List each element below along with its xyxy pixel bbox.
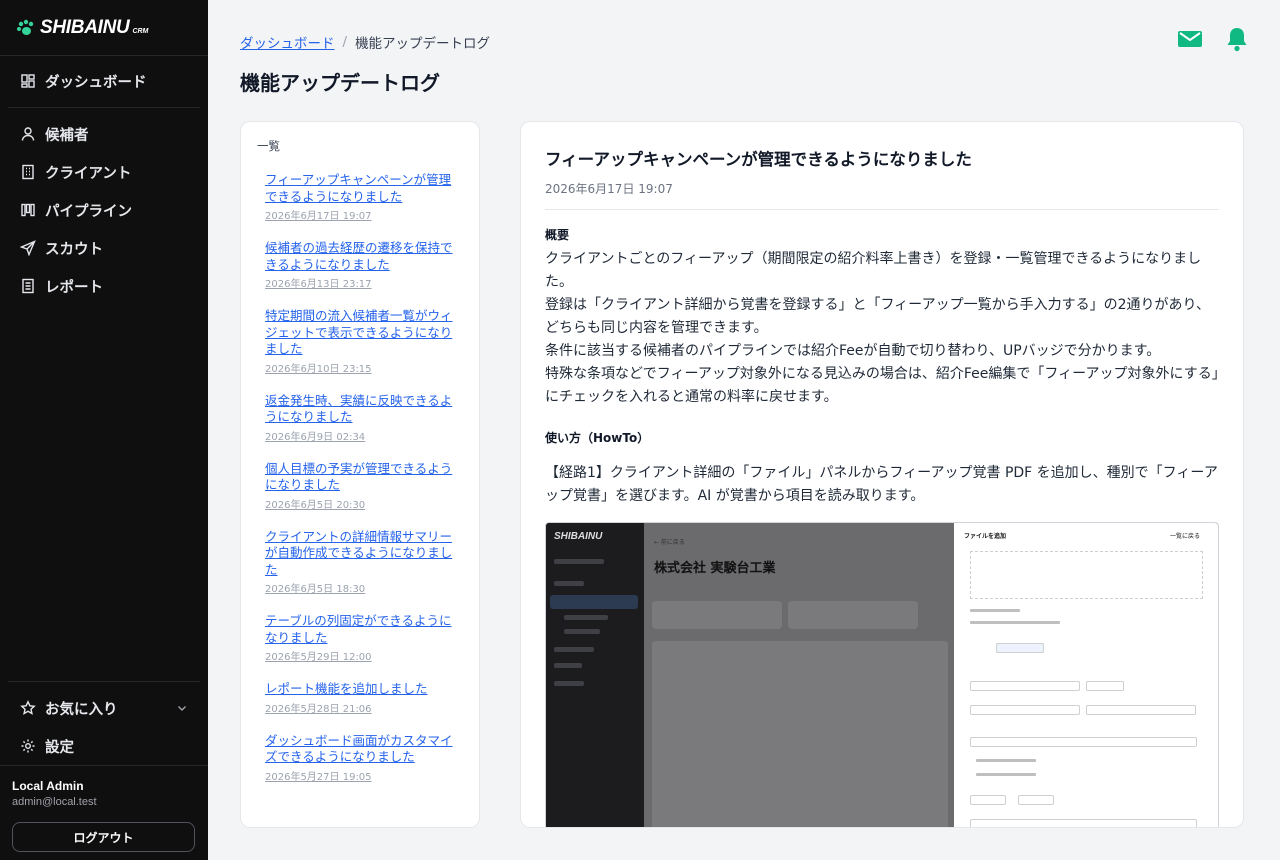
nav-pipeline-label: パイプライン	[45, 203, 132, 220]
list-item-title[interactable]: テーブルの列固定ができるようになりました	[265, 613, 455, 646]
list-item[interactable]: 個人目標の予実が管理できるようになりました 2026年6月5日 20:30	[257, 461, 463, 511]
list-item-date: 2026年6月13日 23:17	[265, 279, 372, 290]
summary-heading: 概要	[545, 228, 570, 242]
summary-line: 特殊な条項などでフィーアップ対象外になる見込みの場合は、紹介Fee編集で「フィー…	[545, 366, 1219, 405]
list-item-title[interactable]: 特定期間の流入候補者一覧がウィジェットで表示できるようになりました	[265, 308, 455, 358]
screenshot-drawer: ファイルを追加 一覧に戻る	[954, 523, 1218, 827]
sidebar-bottom: お気に入り 設定	[0, 681, 208, 765]
nav-favorites[interactable]: お気に入り	[0, 689, 208, 727]
summary-line: クライアントごとのフィーアップ（期間限定の紹介料率上書き）を登録・一覧管理できる…	[545, 251, 1202, 290]
list-item[interactable]: レポート機能を追加しました 2026年5月28日 21:06	[257, 681, 463, 715]
nav-divider	[8, 107, 200, 108]
person-icon	[21, 127, 35, 141]
header-actions	[1178, 26, 1248, 52]
nav-favorites-label: お気に入り	[45, 701, 118, 718]
logout-button[interactable]: ログアウト	[12, 822, 195, 852]
howto-screenshot: SHIBAINU ← 前に戻る 株式会社 実験台工業 ファイルを追加 一覧に戻る	[545, 522, 1219, 827]
pipeline-icon	[21, 203, 35, 217]
screenshot-back: ← 前に戻る	[654, 539, 685, 546]
list-item-date: 2026年6月5日 18:30	[265, 584, 366, 595]
app-logo[interactable]: SHIBAINU CRM	[0, 0, 208, 56]
screenshot-body: ← 前に戻る 株式会社 実験台工業	[644, 523, 954, 827]
nav-candidates-label: 候補者	[45, 127, 89, 144]
gear-icon	[21, 739, 35, 753]
list-item-title[interactable]: クライアントの詳細情報サマリーが自動作成できるようになりました	[265, 529, 455, 579]
nav-clients-label: クライアント	[45, 165, 132, 182]
report-icon	[22, 278, 34, 294]
bell-icon[interactable]	[1226, 26, 1248, 52]
list-item-date: 2026年6月17日 19:07	[265, 211, 372, 222]
nav-settings[interactable]: 設定	[0, 727, 208, 765]
screenshot-sidebar: SHIBAINU	[546, 523, 644, 827]
list-item-date: 2026年6月10日 23:15	[265, 363, 372, 375]
nav-dashboard[interactable]: ダッシュボード	[0, 62, 208, 100]
nav-report-label: レポート	[45, 279, 103, 296]
nav-settings-label: 設定	[45, 739, 74, 756]
star-icon	[20, 700, 36, 715]
logo-text: SHIBAINU	[40, 16, 130, 38]
screenshot-company: 株式会社 実験台工業	[654, 561, 776, 576]
nav-scout[interactable]: スカウト	[0, 229, 208, 267]
breadcrumb-separator: /	[342, 34, 348, 50]
building-icon	[22, 164, 34, 180]
nav-candidates[interactable]: 候補者	[0, 115, 208, 153]
breadcrumb-dashboard-link[interactable]: ダッシュボード	[240, 32, 335, 52]
update-detail-panel: フィーアップキャンペーンが管理できるようになりました 2026年6月17日 19…	[520, 121, 1244, 828]
main-content: ダッシュボード / 機能アップデートログ 機能アップデートログ 一覧 フィーアッ…	[208, 0, 1280, 860]
list-item[interactable]: 返金発生時、実績に反映できるようになりました 2026年6月9日 02:34	[257, 393, 463, 443]
summary-body: クライアントごとのフィーアップ（期間限定の紹介料率上書き）を登録・一覧管理できる…	[545, 248, 1219, 409]
list-item-date: 2026年5月28日 21:06	[265, 703, 372, 715]
detail-divider	[545, 209, 1219, 210]
user-name: Local Admin	[12, 779, 84, 793]
list-item-date: 2026年5月27日 19:05	[265, 771, 372, 783]
screenshot-logo: SHIBAINU	[554, 531, 603, 542]
list-item[interactable]: クライアントの詳細情報サマリーが自動作成できるようになりました 2026年6月5日…	[257, 529, 463, 596]
fav-divider	[8, 681, 200, 682]
list-item-title[interactable]: レポート機能を追加しました	[265, 681, 455, 698]
dashboard-icon	[21, 74, 35, 88]
list-item-date: 2026年6月5日 20:30	[265, 499, 366, 511]
chevron-down-icon[interactable]	[176, 702, 188, 714]
breadcrumb-current: 機能アップデートログ	[355, 36, 491, 52]
breadcrumb: ダッシュボード / 機能アップデートログ	[240, 32, 490, 52]
list-item-title[interactable]: 個人目標の予実が管理できるようになりました	[265, 461, 455, 494]
screenshot-drawer-close: 一覧に戻る	[1170, 533, 1201, 540]
send-icon	[20, 240, 36, 256]
howto-heading: 使い方（HowTo）	[545, 431, 650, 445]
nav-report[interactable]: レポート	[0, 267, 208, 305]
list-item-date: 2026年6月9日 02:34	[265, 431, 366, 443]
screenshot-drawer-title: ファイルを追加	[964, 533, 1007, 540]
paw-icon	[17, 19, 34, 35]
list-heading: 一覧	[257, 139, 280, 153]
list-item[interactable]: テーブルの列固定ができるようになりました 2026年5月29日 12:00	[257, 613, 463, 663]
detail-date: 2026年6月17日 19:07	[545, 182, 673, 196]
list-item-title[interactable]: 候補者の過去経歴の遷移を保持できるようになりました	[265, 240, 455, 273]
list-item[interactable]: フィーアップキャンペーンが管理できるようになりました 2026年6月17日 19:…	[257, 172, 463, 222]
list-item-title[interactable]: ダッシュボード画面がカスタマイズできるようになりました	[265, 733, 455, 766]
sidebar: SHIBAINU CRM ダッシュボード 候補者 クライアント パイプライン ス…	[0, 0, 208, 860]
logo-sub: CRM	[132, 28, 149, 35]
nav-scout-label: スカウト	[45, 241, 103, 258]
list-item-title[interactable]: フィーアップキャンペーンが管理できるようになりました	[265, 172, 455, 205]
summary-line: 条件に該当する候補者のパイプラインでは紹介Feeが自動で切り替わり、UPバッジで…	[545, 343, 1161, 359]
mail-icon[interactable]	[1178, 29, 1202, 49]
page-title: 機能アップデートログ	[240, 71, 440, 95]
summary-line: 登録は「クライアント詳細から覚書を登録する」と「フィーアップ一覧から手入力する」…	[545, 297, 1210, 336]
list-item-title[interactable]: 返金発生時、実績に反映できるようになりました	[265, 393, 455, 426]
nav-pipeline[interactable]: パイプライン	[0, 191, 208, 229]
list-item-date: 2026年5月29日 12:00	[265, 652, 372, 663]
list-item[interactable]: ダッシュボード画面がカスタマイズできるようになりました 2026年5月27日 19…	[257, 733, 463, 783]
user-email: admin@local.test	[12, 796, 97, 808]
nav-clients[interactable]: クライアント	[0, 153, 208, 191]
user-panel: Local Admin admin@local.test ログアウト	[0, 765, 208, 860]
howto-step: 【経路1】クライアント詳細の「ファイル」パネルからフィーアップ覚書 PDF を追…	[545, 465, 1218, 504]
detail-title: フィーアップキャンペーンが管理できるようになりました	[545, 150, 972, 169]
update-list-panel: 一覧 フィーアップキャンペーンが管理できるようになりました 2026年6月17日 …	[240, 121, 480, 828]
nav-dashboard-label: ダッシュボード	[45, 74, 147, 91]
list-item[interactable]: 特定期間の流入候補者一覧がウィジェットで表示できるようになりました 2026年6月…	[257, 308, 463, 375]
list-item[interactable]: 候補者の過去経歴の遷移を保持できるようになりました 2026年6月13日 23:1…	[257, 240, 463, 290]
